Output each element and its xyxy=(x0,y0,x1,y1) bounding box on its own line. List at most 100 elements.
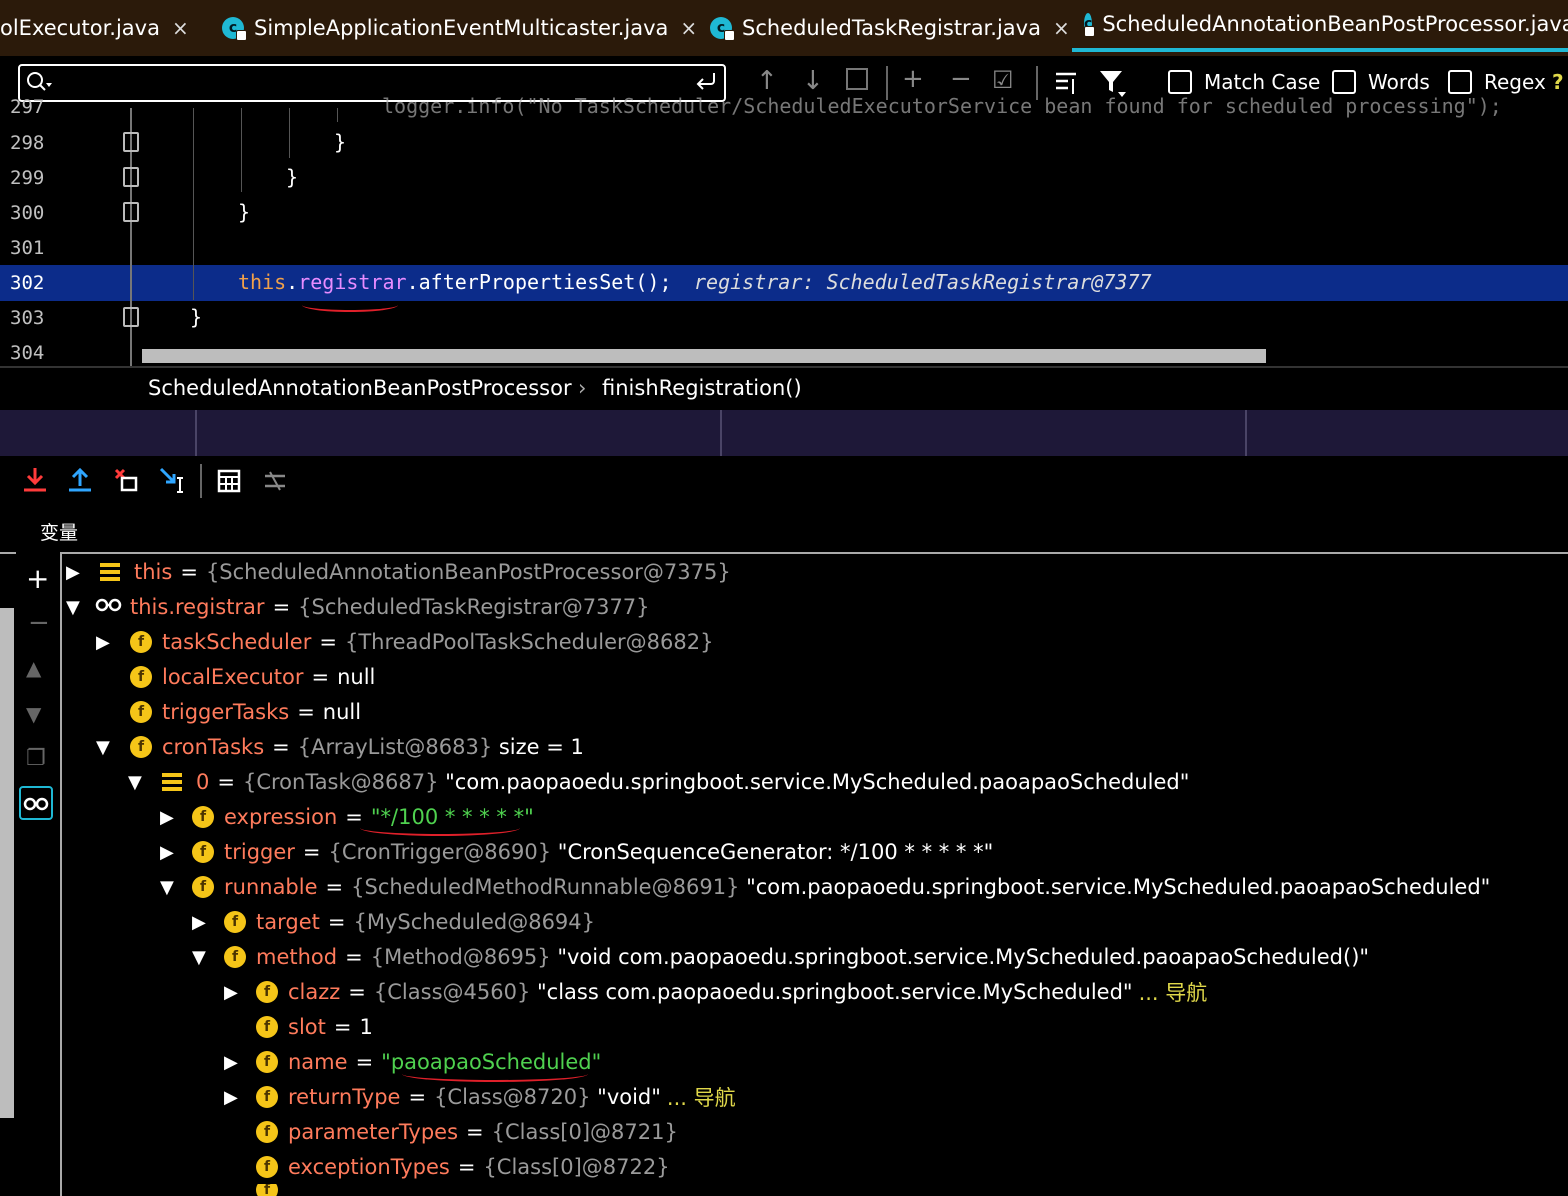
checkbox-box[interactable] xyxy=(1332,70,1356,94)
move-up-icon[interactable]: ▲ xyxy=(26,656,41,680)
var-ref: {Class[0]@8722} xyxy=(483,1154,670,1179)
add-watch-icon[interactable]: + xyxy=(26,562,49,595)
run-to-cursor-icon[interactable] xyxy=(158,466,186,498)
next-occurrence-icon[interactable]: ↓ xyxy=(802,66,824,96)
move-down-icon[interactable]: ▼ xyxy=(26,702,41,726)
tree-row[interactable]: f clazz = {Class@4560} "class com.paopaoed… xyxy=(256,974,1207,1009)
fold-icon[interactable] xyxy=(123,132,139,152)
breadcrumb-separator: › xyxy=(578,376,587,400)
tab-scheduled-annotation-bean-post-processor[interactable]: c ScheduledAnnotationBeanPostProcessor.j… xyxy=(1072,0,1568,52)
code-line: logger.info("No TaskScheduler/ScheduledE… xyxy=(382,94,1502,118)
expand-arrow-icon[interactable]: ▶ xyxy=(96,632,110,653)
var-ref: {Class@4560} xyxy=(373,979,531,1004)
expand-arrow-icon[interactable]: ▶ xyxy=(192,912,206,933)
checkbox-box[interactable] xyxy=(1168,70,1192,94)
add-selection-icon[interactable]: + xyxy=(902,64,924,94)
step-into-icon[interactable] xyxy=(22,466,48,498)
close-icon[interactable]: × xyxy=(680,16,697,40)
navigate-link[interactable]: ... 导航 xyxy=(667,1082,736,1112)
expand-arrow-icon[interactable]: ▶ xyxy=(160,842,174,863)
tree-row[interactable]: f exceptionTypes = {Class[0]@8722} xyxy=(256,1149,670,1184)
tree-row[interactable]: f method = {Method@8695} "void com.paopaoe… xyxy=(224,939,1369,974)
expand-arrow-icon[interactable]: ▶ xyxy=(224,1087,238,1108)
tab-simple-application-event-multicaster[interactable]: c SimpleApplicationEventMulticaster.java… xyxy=(222,0,697,56)
step-out-icon[interactable] xyxy=(67,466,93,498)
remove-watch-icon[interactable]: − xyxy=(28,608,50,638)
tab-label: SimpleApplicationEventMulticaster.java xyxy=(254,16,669,40)
var-value: "com.paopaoedu.springboot.service.MySche… xyxy=(438,769,1190,794)
expand-arrow-icon[interactable]: ▶ xyxy=(66,562,80,583)
expand-arrow-icon[interactable]: ▶ xyxy=(224,1052,238,1073)
copy-icon[interactable]: ❐ xyxy=(26,746,46,771)
var-name: expression xyxy=(224,804,338,829)
remove-selection-icon[interactable]: − xyxy=(950,64,972,94)
fold-icon[interactable] xyxy=(123,167,139,187)
select-all-icon[interactable] xyxy=(846,68,868,90)
line-number: 298 xyxy=(10,132,45,154)
evaluate-expression-icon[interactable] xyxy=(216,468,242,498)
field-icon: f xyxy=(256,1155,278,1178)
tab-threadpool-executor[interactable]: olExecutor.java × xyxy=(0,0,189,56)
show-watches-icon[interactable] xyxy=(19,786,53,820)
var-ref: {ThreadPoolTaskScheduler@8682} xyxy=(344,629,714,654)
close-icon[interactable]: × xyxy=(172,16,189,40)
var-value: "void" xyxy=(590,1084,661,1109)
tree-row[interactable]: f parameterTypes = {Class[0]@8721} xyxy=(256,1114,678,1149)
collapse-arrow-icon[interactable]: ▼ xyxy=(96,737,110,758)
tree-row[interactable]: this.registrar = {ScheduledTaskRegistrar@7… xyxy=(94,589,650,624)
tab-scheduled-task-registrar[interactable]: c ScheduledTaskRegistrar.java × xyxy=(710,0,1070,56)
var-name: slot xyxy=(288,1014,326,1039)
breadcrumb-method[interactable]: finishRegistration() xyxy=(602,376,802,400)
horizontal-scrollbar[interactable] xyxy=(142,349,1266,363)
tree-row[interactable]: 0 = {CronTask@8687} "com.paopaoedu.springb… xyxy=(162,764,1189,799)
var-value: size = 1 xyxy=(492,734,584,759)
indent-guide xyxy=(241,108,242,192)
tree-row[interactable]: f returnType = {Class@8720} "void"... 导航 xyxy=(256,1079,736,1114)
words-checkbox[interactable]: Words xyxy=(1332,70,1430,94)
code-editor[interactable]: 297 logger.info("No TaskScheduler/Schedu… xyxy=(0,94,1568,366)
frames-scrollbar[interactable] xyxy=(0,608,14,1118)
collapse-arrow-icon[interactable]: ▼ xyxy=(192,947,206,968)
tree-row[interactable]: f runnable = {ScheduledMethodRunnable@8691… xyxy=(192,869,1490,904)
line-number-current: 302 xyxy=(10,272,45,294)
variables-tree[interactable]: ▶ this = {ScheduledAnnotationBeanPostProce… xyxy=(62,552,1568,1196)
trace-stream-icon[interactable] xyxy=(262,468,288,498)
collapse-arrow-icon[interactable]: ▼ xyxy=(128,772,142,793)
fold-icon[interactable] xyxy=(123,307,139,327)
breadcrumb-class[interactable]: ScheduledAnnotationBeanPostProcessor xyxy=(148,376,572,400)
enter-icon[interactable] xyxy=(694,69,718,97)
tree-row-partial[interactable]: f xyxy=(256,1184,288,1196)
code-line-current: this.registrar.afterPropertiesSet(); xyxy=(238,270,672,294)
collapse-arrow-icon[interactable]: ▼ xyxy=(66,597,80,618)
checkbox-box[interactable] xyxy=(1448,70,1472,94)
code-line: } xyxy=(238,200,251,224)
match-case-checkbox[interactable]: Match Case xyxy=(1168,70,1320,94)
previous-occurrence-icon[interactable]: ↑ xyxy=(756,66,778,96)
expand-arrow-icon[interactable]: ▶ xyxy=(224,982,238,1003)
tree-row[interactable]: f taskScheduler = {ThreadPoolTaskScheduler… xyxy=(130,624,713,659)
regex-help-icon[interactable]: ? xyxy=(1552,70,1564,94)
var-value: 1 xyxy=(359,1014,373,1039)
field-icon: f xyxy=(256,1184,278,1196)
tree-row[interactable]: f target = {MyScheduled@8694} xyxy=(224,904,595,939)
tree-row[interactable]: f cronTasks = {ArrayList@8683} size = 1 xyxy=(130,729,584,764)
class-icon: c xyxy=(1084,13,1096,37)
tree-row[interactable]: this = {ScheduledAnnotationBeanPostProcess… xyxy=(100,554,731,589)
close-icon[interactable]: × xyxy=(1053,16,1070,40)
field-icon: f xyxy=(256,1015,278,1038)
tab-label: olExecutor.java xyxy=(0,16,160,40)
navigate-link[interactable]: ... 导航 xyxy=(1139,977,1208,1007)
collapse-arrow-icon[interactable]: ▼ xyxy=(160,877,174,898)
regex-checkbox[interactable]: Regex xyxy=(1448,70,1546,94)
field-icon: f xyxy=(130,665,152,688)
tree-row[interactable]: f triggerTasks = null xyxy=(130,694,361,729)
drop-frame-icon[interactable] xyxy=(112,466,140,498)
select-all-occurrences-icon[interactable]: ☑ xyxy=(992,66,1014,94)
expand-arrow-icon[interactable]: ▶ xyxy=(160,807,174,828)
tree-row[interactable]: f slot = 1 xyxy=(256,1009,373,1044)
tree-row[interactable]: f localExecutor = null xyxy=(130,659,375,694)
var-ref: {MyScheduled@8694} xyxy=(353,909,596,934)
red-annotation-underline xyxy=(302,298,398,312)
tree-row[interactable]: f trigger = {CronTrigger@8690} "CronSequen… xyxy=(192,834,993,869)
fold-icon[interactable] xyxy=(123,202,139,222)
